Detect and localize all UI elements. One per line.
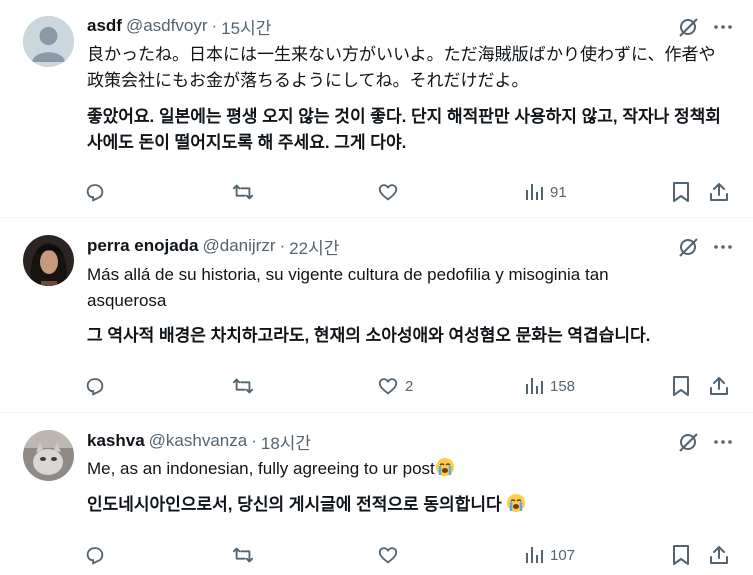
repost-button[interactable] [231,179,255,205]
reply-timeline: asdf @asdfvoyr · 15시간 良かったね。日本には一生来ない方がい… [0,0,753,575]
reply-button[interactable] [84,373,106,399]
loudly-crying-face-icon [435,458,454,476]
bookmark-button[interactable] [671,373,691,399]
tweet-header: perra enojada @danijrzr · 22시간 [87,234,339,259]
more-icon[interactable] [713,432,733,452]
reply-icon [86,184,104,202]
share-button[interactable] [708,179,730,205]
share-button[interactable] [708,542,730,568]
tweet-header: asdf @asdfvoyr · 15시간 [87,14,271,39]
views-icon [526,378,543,394]
tweet-text: Más allá de su historia, su vigente cult… [87,265,609,310]
reply-icon [86,547,104,565]
avatar[interactable] [23,16,74,67]
tweet-top-icons [677,431,733,453]
tweet[interactable]: kashva @kashvanza · 18시간 Me, as an indon… [0,414,753,575]
reply-button[interactable] [84,179,106,205]
timestamp[interactable]: 18시간 [261,429,311,454]
like-button[interactable] [377,542,405,568]
tweet-text: Me, as an indonesian, fully agreeing to … [87,456,717,482]
bookmark-icon [673,376,689,396]
views-button[interactable]: 91 [524,179,567,205]
view-count: 107 [550,546,576,564]
grok-icon[interactable] [677,16,699,38]
view-count: 91 [550,183,567,201]
heart-icon [378,184,398,201]
tweet-text-content: Me, as an indonesian, fully agreeing to … [87,459,435,478]
tweet[interactable]: asdf @asdfvoyr · 15시간 良かったね。日本には一生来ない方がい… [0,0,753,218]
tweet-top-icons [677,16,733,38]
repost-button[interactable] [231,542,255,568]
separator: · [251,431,257,450]
views-button[interactable]: 107 [524,542,575,568]
display-name[interactable]: kashva [87,431,145,451]
tweet-translation: 좋았어요. 일본에는 평생 오지 않는 것이 좋다. 단지 해적판만 사용하지 … [87,107,721,152]
share-button[interactable] [708,373,730,399]
repost-icon [232,184,254,200]
tweet-text: 良かったね。日本には一生来ない方がいいよ。ただ海賊版ばかり使わずに、作者や政策会… [87,45,716,90]
like-button[interactable]: 2 [377,373,413,399]
action-bar: 107 [0,542,753,568]
separator: · [211,16,218,35]
bookmark-button[interactable] [671,542,691,568]
tweet-header: kashva @kashvanza · 18시간 [87,429,311,454]
heart-icon [378,547,398,564]
tweet-translation-content: 인도네시아인으로서, 당신의 게시글에 전적으로 동의합니다 [87,495,502,514]
display-name[interactable]: asdf [87,16,122,36]
more-icon[interactable] [713,237,733,257]
action-bar: 91 [0,179,753,205]
timestamp[interactable]: 22시간 [289,234,339,259]
heart-icon [378,378,398,395]
tweet-top-icons [677,236,733,258]
user-handle[interactable]: @kashvanza [149,431,248,451]
bookmark-button[interactable] [671,179,691,205]
more-icon[interactable] [713,17,733,37]
like-button[interactable] [377,179,405,205]
timestamp[interactable]: 15시간 [221,14,271,39]
grok-icon[interactable] [677,431,699,453]
views-icon [526,547,543,563]
action-bar: 2 158 [0,373,753,399]
tweet-translation: 인도네시아인으로서, 당신의 게시글에 전적으로 동의합니다 [87,492,727,518]
grok-icon[interactable] [677,236,699,258]
views-icon [526,184,543,200]
display-name[interactable]: perra enojada [87,236,199,256]
bookmark-icon [673,182,689,202]
loudly-crying-face-icon [507,494,526,512]
share-icon [710,183,728,201]
view-count: 158 [550,377,576,395]
user-handle[interactable]: @asdfvoyr [126,16,208,36]
like-count: 2 [405,377,414,395]
repost-button[interactable] [231,373,255,399]
repost-icon [232,547,254,563]
reply-icon [86,378,104,396]
reply-button[interactable] [84,542,106,568]
share-icon [710,377,728,395]
tweet[interactable]: perra enojada @danijrzr · 22시간 Más allá … [0,219,753,413]
separator: · [279,236,286,255]
tweet-translation: 그 역사적 배경은 차치하고라도, 현재의 소아성애와 여성혐오 문화는 역겹습… [87,326,651,345]
repost-icon [232,378,254,394]
share-icon [710,546,728,564]
user-handle[interactable]: @danijrzr [203,236,276,256]
avatar[interactable] [23,235,74,286]
bookmark-icon [673,545,689,565]
avatar[interactable] [23,430,74,481]
views-button[interactable]: 158 [524,373,575,399]
